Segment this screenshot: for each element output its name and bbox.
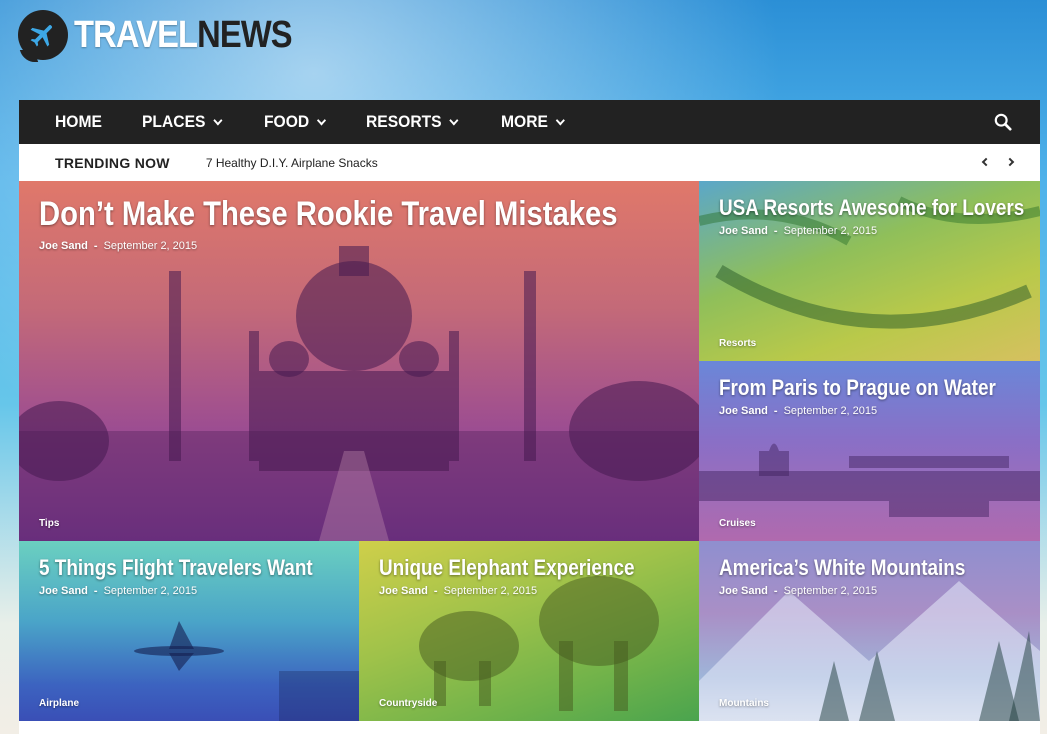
article-author[interactable]: Joe Sand	[379, 585, 428, 597]
site-logo[interactable]: TRAVELNEWS	[18, 9, 327, 61]
article-author[interactable]: Joe Sand	[39, 240, 88, 252]
article-tile[interactable]: From Paris to Prague on Water Joe Sand -…	[699, 361, 1040, 541]
logo-word-travel: TRAVEL	[74, 14, 198, 56]
logo-wordmark: TRAVELNEWS	[74, 14, 293, 56]
nav-item-label: PLACES	[142, 112, 206, 131]
airplane-icon	[18, 10, 68, 60]
nav-item-label: MORE	[501, 112, 549, 131]
trending-bar: TRENDING NOW 7 Healthy D.I.Y. Airplane S…	[19, 144, 1040, 181]
meta-separator: -	[773, 225, 778, 237]
search-icon[interactable]	[994, 113, 1012, 131]
nav-item-label: FOOD	[263, 112, 310, 131]
article-meta: Joe Sand - September 2, 2015	[39, 585, 197, 597]
nav-item-food[interactable]: FOOD	[263, 112, 327, 132]
article-date: September 2, 2015	[103, 240, 198, 252]
article-author[interactable]: Joe Sand	[39, 585, 88, 597]
nav-item-label: HOME	[55, 112, 102, 131]
nav-item-resorts[interactable]: RESORTS	[366, 112, 459, 132]
chevron-down-icon	[556, 115, 566, 125]
chevron-left-icon[interactable]	[980, 155, 992, 169]
article-tile[interactable]: USA Resorts Awesome for Lovers Joe Sand …	[699, 181, 1040, 361]
article-title[interactable]: 5 Things Flight Travelers Want	[39, 555, 313, 581]
featured-article-tile[interactable]: Don’t Make These Rookie Travel Mistakes …	[19, 181, 699, 541]
article-category[interactable]: Tips	[39, 518, 59, 529]
article-date: September 2, 2015	[103, 585, 198, 597]
article-title[interactable]: USA Resorts Awesome for Lovers	[719, 195, 1024, 221]
meta-separator: -	[93, 585, 98, 597]
article-author[interactable]: Joe Sand	[719, 225, 768, 237]
meta-separator: -	[433, 585, 438, 597]
chevron-right-icon[interactable]	[1004, 155, 1016, 169]
article-date: September 2, 2015	[783, 585, 878, 597]
article-tile[interactable]: 5 Things Flight Travelers Want Joe Sand …	[19, 541, 359, 721]
article-author[interactable]: Joe Sand	[719, 585, 768, 597]
article-meta: Joe Sand - September 2, 2015	[39, 240, 197, 252]
article-category[interactable]: Countryside	[379, 698, 437, 709]
article-tile[interactable]: Unique Elephant Experience Joe Sand - Se…	[359, 541, 699, 721]
chevron-down-icon	[213, 115, 223, 125]
article-meta: Joe Sand - September 2, 2015	[719, 585, 877, 597]
nav-item-places[interactable]: PLACES	[142, 112, 223, 132]
meta-separator: -	[93, 240, 98, 252]
meta-separator: -	[773, 585, 778, 597]
nav-item-label: RESORTS	[366, 112, 442, 131]
trending-headline-link[interactable]: 7 Healthy D.I.Y. Airplane Snacks	[206, 156, 378, 170]
article-title[interactable]: America’s White Mountains	[719, 555, 965, 581]
article-title[interactable]: Unique Elephant Experience	[379, 555, 634, 581]
content-bottom-edge	[19, 721, 1040, 734]
article-tile[interactable]: America’s White Mountains Joe Sand - Sep…	[699, 541, 1040, 721]
chevron-down-icon	[449, 115, 459, 125]
article-date: September 2, 2015	[443, 585, 538, 597]
article-author[interactable]: Joe Sand	[719, 405, 768, 417]
article-meta: Joe Sand - September 2, 2015	[379, 585, 537, 597]
nav-item-home[interactable]: HOME	[55, 112, 102, 132]
meta-separator: -	[773, 405, 778, 417]
article-title[interactable]: Don’t Make These Rookie Travel Mistakes	[39, 195, 618, 234]
main-nav: HOME PLACES FOOD RESORTS MORE	[19, 100, 1040, 144]
trending-label: TRENDING NOW	[55, 154, 170, 171]
article-title[interactable]: From Paris to Prague on Water	[719, 375, 996, 401]
article-category[interactable]: Resorts	[719, 338, 756, 349]
nav-item-more[interactable]: MORE	[501, 112, 566, 132]
chevron-down-icon	[317, 115, 327, 125]
article-category[interactable]: Airplane	[39, 698, 79, 709]
article-date: September 2, 2015	[783, 405, 878, 417]
article-meta: Joe Sand - September 2, 2015	[719, 405, 877, 417]
trending-controls	[980, 155, 1016, 169]
article-date: September 2, 2015	[783, 225, 878, 237]
logo-word-news: NEWS	[197, 14, 292, 56]
article-category[interactable]: Mountains	[719, 698, 769, 709]
article-category[interactable]: Cruises	[719, 518, 756, 529]
article-meta: Joe Sand - September 2, 2015	[719, 225, 877, 237]
taj-mahal-image	[19, 246, 699, 541]
